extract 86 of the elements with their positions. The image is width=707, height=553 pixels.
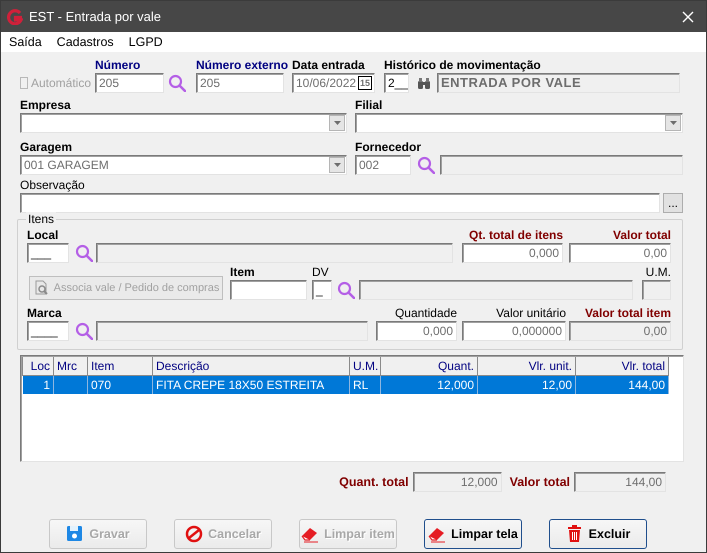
binoculars-icon[interactable] [417, 77, 431, 89]
search-icon[interactable] [337, 281, 355, 299]
caret-icon [334, 121, 340, 125]
search-icon[interactable] [75, 322, 93, 340]
column-header[interactable]: Vlr. unit. [478, 357, 576, 376]
input-field[interactable]: 205 [196, 73, 284, 93]
input-field[interactable]: _ [312, 280, 332, 300]
input-field[interactable]: ___ [27, 243, 69, 263]
input-field[interactable]: ____ [27, 321, 69, 341]
prohibited-icon [185, 525, 204, 543]
description-field[interactable]: ENTRADA POR VALE [437, 73, 680, 93]
search-icon[interactable] [417, 156, 435, 174]
search-icon[interactable] [75, 244, 93, 262]
search-icon[interactable] [168, 74, 186, 92]
field-label: Data entrada [292, 58, 366, 73]
table-cell: 12,000 [380, 376, 478, 394]
field-label: Observação [20, 178, 86, 193]
field-label: Empresa [20, 98, 72, 113]
input-field[interactable]: 12,000 [412, 472, 502, 492]
ellipsis-button[interactable]: ... [663, 193, 683, 213]
field-label: Fornecedor [355, 140, 422, 155]
dropdown-field[interactable] [355, 113, 683, 133]
field-label: Valor total [612, 228, 671, 243]
calendar-button[interactable]: 15 [358, 76, 372, 90]
field-label: Local [27, 228, 60, 243]
column-header[interactable]: Item [88, 357, 152, 376]
caret-icon [334, 163, 340, 167]
input-field[interactable]: 2__ [384, 73, 409, 93]
input-field[interactable]: 0,00 [569, 243, 671, 263]
input-field[interactable]: 10/06/2022 15 [292, 73, 375, 93]
description-field[interactable] [359, 280, 633, 300]
table-cell: 12,00 [478, 376, 576, 394]
input-field[interactable]: 205 [95, 73, 164, 93]
column-header[interactable]: U.M. [350, 357, 380, 376]
eraser-icon [428, 525, 446, 543]
field-label: Marca [27, 306, 63, 321]
field-label: Valor unitário [495, 306, 566, 321]
document-search-icon [32, 280, 49, 296]
app-logo-icon [7, 8, 23, 24]
input-field[interactable]: 0,000 [376, 321, 457, 341]
menu-item[interactable]: Saída [9, 32, 42, 52]
input-field[interactable]: 0,000000 [462, 321, 566, 341]
table-cell: 1 [22, 376, 54, 394]
field-label: Item [230, 265, 256, 280]
field-label: Quant. total [339, 475, 409, 489]
description-field[interactable] [96, 243, 453, 263]
close-icon [682, 10, 694, 22]
field-label: DV [312, 265, 330, 280]
description-field[interactable] [440, 155, 683, 175]
input-field[interactable] [642, 280, 671, 300]
column-header[interactable]: Loc [22, 357, 54, 376]
table-cell: RL [350, 376, 380, 394]
trash-icon [566, 525, 584, 543]
field-label: Filial [355, 98, 384, 113]
column-header[interactable]: Vlr. total [576, 357, 668, 376]
field-label: Valor total item [584, 306, 671, 321]
input-field[interactable]: 0,00 [569, 321, 671, 341]
action-button[interactable]: Limpar tela [424, 519, 522, 549]
dropdown-field[interactable] [20, 113, 347, 133]
menu-item[interactable]: Cadastros [56, 32, 114, 52]
field-label: Qt. total de itens [468, 228, 563, 243]
column-header[interactable]: Quant. [380, 357, 478, 376]
field-label: Quantidade [394, 306, 457, 321]
caret-icon [670, 121, 676, 125]
field-label: Valor total [510, 475, 570, 489]
input-field[interactable]: 144,00 [574, 472, 666, 492]
field-label: Garagem [20, 140, 74, 155]
menu-item[interactable]: LGPD [128, 32, 163, 52]
table-cell: 144,00 [576, 376, 668, 394]
column-header[interactable]: Mrc [54, 357, 88, 376]
field-label: U.M. [644, 265, 671, 280]
description-field[interactable] [96, 321, 368, 341]
input-field[interactable]: 002 [355, 155, 411, 175]
field-label: Histórico de movimentação [384, 58, 542, 73]
action-button[interactable]: Excluir [549, 519, 647, 549]
observation-field[interactable] [20, 193, 660, 213]
table-cell: 070 [88, 376, 152, 394]
column-header[interactable]: Descrição [152, 357, 350, 376]
input-field[interactable] [230, 280, 307, 300]
window-title: EST - Entrada por vale [29, 8, 161, 26]
field-label: Número [95, 58, 142, 73]
input-field[interactable]: 0,000 [462, 243, 563, 263]
dropdown-field[interactable]: 001 GARAGEM [20, 155, 347, 175]
group-title: Itens [26, 212, 56, 226]
eraser-icon [301, 525, 320, 543]
table-cell: FITA CREPE 18X50 ESTREITA [152, 376, 350, 394]
